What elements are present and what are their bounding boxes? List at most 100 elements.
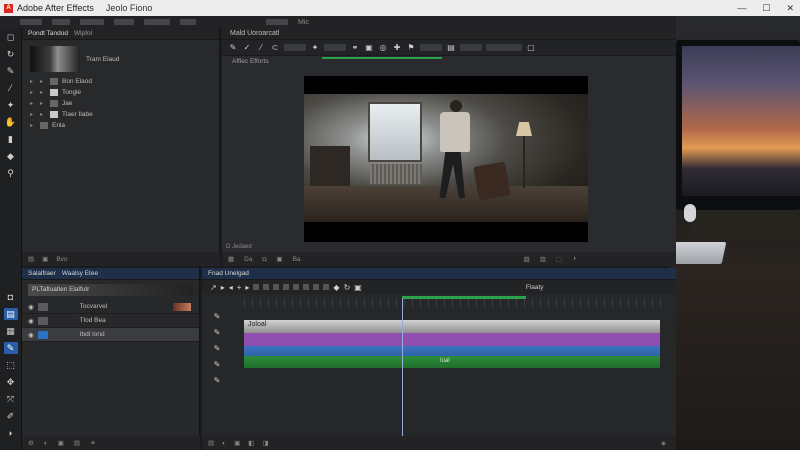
camera-icon[interactable]: ◘ [262, 256, 266, 263]
tab-timeline[interactable]: Fnad Unelgad [208, 270, 249, 277]
expand-arrow-icon[interactable]: ▸ [40, 100, 46, 107]
table-row[interactable]: ◉ Tlod Bea [22, 314, 199, 328]
expand-arrow-icon[interactable]: ▸ [40, 89, 46, 96]
cube-icon[interactable]: ▣ [364, 43, 374, 52]
settings-icon[interactable]: ⚙ [28, 439, 34, 447]
list-item[interactable]: ▸ ▸ Tlaer Ilabe [30, 109, 219, 120]
layers-icon[interactable]: ▤ [446, 43, 456, 52]
pen-tool-icon[interactable]: ✎ [4, 65, 18, 77]
close-button[interactable]: ✕ [786, 3, 794, 14]
list-item[interactable]: ▸ ▸ Jae [30, 98, 219, 109]
stack-tool-icon[interactable]: ▦ [4, 325, 18, 337]
toolbar-field[interactable] [486, 44, 522, 51]
eye-icon[interactable]: ◉ [28, 317, 34, 325]
paint-tool-icon[interactable]: ✐ [4, 410, 18, 422]
toggle-icon[interactable]: ▤ [208, 439, 214, 447]
minimize-button[interactable]: — [737, 3, 746, 13]
menu-item[interactable] [144, 19, 170, 25]
new-item-icon[interactable]: ▣ [42, 255, 48, 263]
loop-icon[interactable]: ↻ [344, 283, 351, 292]
list-item[interactable]: ▸ Enla [30, 120, 219, 131]
track-pen-icon[interactable]: ✎ [208, 376, 226, 390]
mark-tool-icon[interactable]: ◗ [4, 427, 18, 439]
grid-icon[interactable]: ▦ [228, 255, 234, 263]
lock-icon[interactable]: ▣ [276, 255, 282, 263]
table-row[interactable]: ◉ Tocvarvel [22, 300, 199, 314]
ring-icon[interactable]: ◎ [378, 43, 388, 52]
pin-icon[interactable]: ✚ [392, 43, 402, 52]
track-pen-icon[interactable]: ✎ [208, 344, 226, 358]
edit-tool-icon[interactable]: ✎ [3, 342, 18, 354]
toolbar-field[interactable] [420, 44, 442, 51]
track-pen-icon[interactable]: ✎ [208, 312, 226, 326]
flag-icon[interactable]: ⚑ [406, 43, 416, 52]
transform-tool-icon[interactable]: ✥ [4, 376, 18, 388]
camera-tool-icon[interactable]: ◘ [4, 291, 18, 303]
track-clip-green[interactable]: Iual [244, 356, 660, 368]
new-folder-icon[interactable]: ▤ [28, 255, 34, 263]
link-icon[interactable]: ⚭ [350, 43, 360, 52]
track-pen-icon[interactable]: ✎ [208, 360, 226, 374]
expand-arrow-icon[interactable]: ▸ [30, 89, 36, 96]
expand-arrow-icon[interactable]: ▸ [30, 111, 36, 118]
layers-tool-icon[interactable]: ▤ [3, 308, 18, 320]
toggle-icon[interactable]: ▣ [234, 439, 240, 447]
toggle-icon[interactable]: ◨ [262, 439, 268, 447]
clone-tool-icon[interactable]: ✦ [4, 99, 18, 111]
mask-tool-icon[interactable]: ⬚ [4, 359, 18, 371]
snap-icon[interactable]: ▢ [526, 43, 536, 52]
tab-effects[interactable]: Wlpfol [74, 30, 92, 37]
pen-icon[interactable]: ✎ [228, 43, 238, 52]
star-icon[interactable]: ✦ [310, 43, 320, 52]
work-area-bar[interactable] [402, 296, 526, 299]
selection-tool-icon[interactable]: ◻ [4, 31, 18, 43]
menu-item[interactable] [52, 19, 70, 25]
track-clip-gray[interactable]: Joloal [244, 320, 660, 333]
expand-arrow-icon[interactable]: ▸ [30, 100, 36, 107]
toggle-icon[interactable]: ◐ [222, 440, 226, 447]
expand-arrow-icon[interactable]: ▸ [30, 78, 36, 85]
brush-icon[interactable]: ⁄ [256, 43, 266, 52]
viewer-footer-item[interactable]: Ba [293, 256, 301, 263]
toggle-icon[interactable]: ◧ [248, 439, 254, 447]
menu-item[interactable] [80, 19, 104, 25]
play-icon[interactable]: ▸ [221, 283, 225, 292]
eye-icon[interactable]: ◉ [28, 303, 34, 311]
eraser-tool-icon[interactable]: ▮ [4, 133, 18, 145]
list-item[interactable]: ▸ ▸ Tongle [30, 87, 219, 98]
track-clip-purple[interactable] [244, 333, 660, 346]
time-ruler[interactable] [244, 298, 662, 308]
magnet-icon[interactable]: ⊂ [270, 43, 280, 52]
tab-layers[interactable]: Salalfraer [28, 270, 56, 277]
lock-icon[interactable]: ▣ [354, 283, 362, 292]
rotate-tool-icon[interactable]: ↻ [4, 48, 18, 60]
check-icon[interactable]: ✓ [242, 43, 252, 52]
eyedropper-tool-icon[interactable]: ⚲ [4, 167, 18, 179]
delete-icon[interactable]: ▣ [58, 439, 64, 447]
toggle-icon[interactable]: ◐ [44, 440, 48, 447]
maximize-button[interactable]: ☐ [762, 3, 770, 14]
channel-icon[interactable]: ▥ [540, 255, 546, 263]
eye-icon[interactable]: ◉ [28, 331, 34, 339]
fit-icon[interactable]: ⬚ [556, 255, 562, 263]
menu-label[interactable]: Mic [298, 19, 309, 26]
prev-icon[interactable]: ◂ [229, 283, 233, 292]
toolbar-field[interactable] [324, 44, 346, 51]
expand-arrow-icon[interactable]: ▸ [30, 122, 36, 129]
tab-project[interactable]: Pondt Tandod [28, 30, 68, 37]
select-icon[interactable]: ↗ [210, 283, 217, 292]
track-tool-icon[interactable]: ⤧ [4, 393, 18, 405]
link-icon[interactable]: ⚭ [90, 439, 95, 447]
list-item[interactable]: ▸ ▸ Bon Elaod [30, 76, 219, 87]
viewer-title[interactable]: Mald Uoroarcatl [230, 30, 279, 37]
add-icon[interactable]: + [237, 283, 242, 292]
table-row[interactable]: ◉ Ibdl Iond [22, 328, 199, 342]
zoom-slider-icon[interactable]: ◈ [661, 439, 666, 447]
brush-tool-icon[interactable]: ⁄ [4, 82, 18, 94]
toolbar-field[interactable] [460, 44, 482, 51]
toolbar-field[interactable] [284, 44, 306, 51]
viewer-sub-label[interactable]: Afflec Efforts [232, 58, 269, 65]
menu-item[interactable] [266, 19, 288, 25]
composition-frame[interactable] [304, 76, 588, 242]
puppet-tool-icon[interactable]: ✋ [4, 116, 18, 128]
